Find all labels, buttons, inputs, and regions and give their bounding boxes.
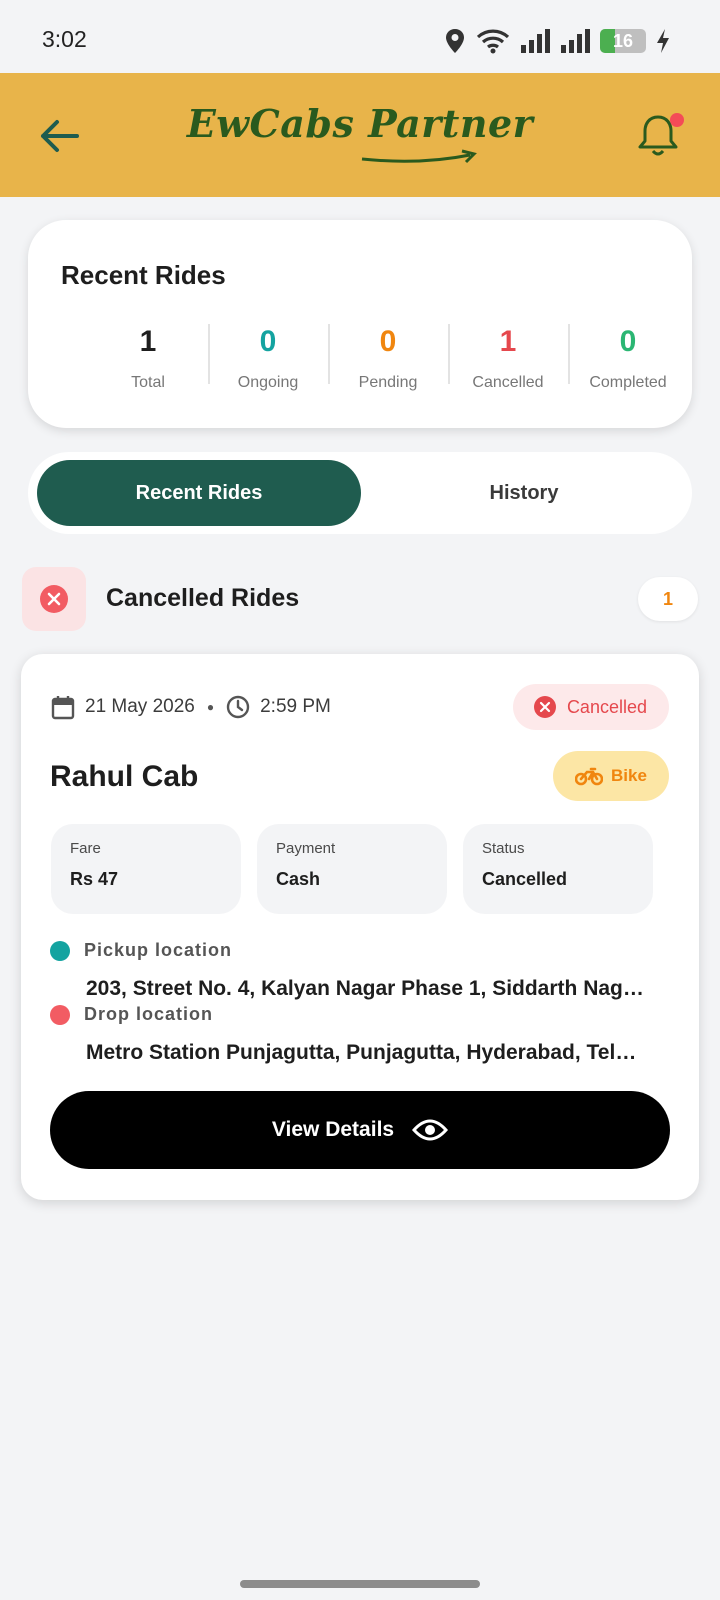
view-details-label: View Details <box>271 1118 395 1141</box>
bike-icon <box>575 767 604 786</box>
stat-value: 0 <box>379 325 397 358</box>
tile-value: Rs 47 <box>70 869 119 889</box>
vehicle-type-label: Bike <box>611 766 647 785</box>
cancelled-section-icon-box <box>22 567 86 631</box>
stat-label: Total <box>131 374 165 391</box>
charging-icon <box>657 29 669 53</box>
stat-cancelled: 1 Cancelled <box>448 324 568 392</box>
view-details-button[interactable]: View Details <box>50 1091 670 1169</box>
notification-button[interactable] <box>636 111 686 163</box>
drop-dot-icon <box>50 1004 70 1025</box>
status-bar: 3:02 16 <box>0 0 720 78</box>
stat-value: 1 <box>139 325 157 358</box>
stats-row: 1 Total 0 Ongoing 0 Pending 1 Cancelled … <box>88 324 688 392</box>
drop-address: Metro Station Punjagutta, Punjagutta, Hy… <box>86 1041 646 1064</box>
payment-tile: Payment Cash <box>257 824 447 914</box>
home-indicator[interactable] <box>240 1580 480 1588</box>
tile-value: Cash <box>276 869 321 889</box>
ride-card[interactable]: 21 May 2026 ● 2:59 PM Cancelled Rahul Ca… <box>21 654 699 1200</box>
stat-label: Pending <box>358 374 418 391</box>
fare-tile: Fare Rs 47 <box>51 824 241 914</box>
stat-value: 0 <box>619 325 637 358</box>
tile-label: Fare <box>70 840 101 857</box>
drop-location: Drop location Metro Station Punjagutta, … <box>50 1004 646 1065</box>
drop-label: Drop location <box>84 1004 213 1024</box>
pickup-label: Pickup location <box>84 940 233 960</box>
status-icons: 16 <box>444 24 670 58</box>
status-badge-label: Cancelled <box>566 696 647 717</box>
status-time: 3:02 <box>42 26 87 52</box>
app-header: EwCabs Partner <box>0 73 720 197</box>
wifi-icon <box>476 29 510 54</box>
ride-info-tiles: Fare Rs 47 Payment Cash Status Cancelled <box>51 824 653 914</box>
section-count-badge: 1 <box>638 577 698 621</box>
vehicle-type-badge: Bike <box>553 751 669 801</box>
close-circle-icon <box>40 585 68 613</box>
status-badge: Cancelled <box>512 684 669 730</box>
tile-label: Status <box>482 840 525 857</box>
section-title: Cancelled Rides <box>106 584 300 612</box>
clock-icon <box>226 695 250 719</box>
recent-rides-summary: Recent Rides 1 Total 0 Ongoing 0 Pending… <box>28 220 692 428</box>
tile-value: Cancelled <box>482 869 568 889</box>
notification-dot <box>670 113 684 127</box>
stat-label: Ongoing <box>237 374 299 391</box>
stat-completed: 0 Completed <box>568 324 688 392</box>
stat-total: 1 Total <box>88 324 208 392</box>
pickup-dot-icon <box>50 940 70 961</box>
ride-datetime: 21 May 2026 ● 2:59 PM <box>51 694 331 720</box>
driver-name: Rahul Cab <box>50 760 199 793</box>
stat-label: Cancelled <box>472 374 544 391</box>
eye-icon <box>412 1119 449 1141</box>
status-tile: Status Cancelled <box>463 824 653 914</box>
tab-history[interactable]: History <box>362 460 686 526</box>
separator-dot: ● <box>206 700 215 714</box>
tile-label: Payment <box>276 840 336 857</box>
calendar-icon <box>51 696 75 720</box>
tab-recent-rides[interactable]: Recent Rides <box>37 460 361 526</box>
stat-pending: 0 Pending <box>328 324 448 392</box>
stat-label: Completed <box>589 374 667 391</box>
battery-icon: 16 <box>600 29 646 53</box>
signal-icon <box>521 29 550 53</box>
stat-value: 0 <box>259 325 277 358</box>
brand-logo: EwCabs Partner <box>186 101 534 146</box>
close-circle-icon <box>533 696 556 718</box>
pickup-address: 203, Street No. 4, Kalyan Nagar Phase 1,… <box>86 977 646 1000</box>
signal-icon <box>561 29 590 53</box>
ride-date: 21 May 2026 <box>85 696 195 717</box>
stat-value: 1 <box>499 325 517 358</box>
pickup-location: Pickup location 203, Street No. 4, Kalya… <box>50 940 646 1001</box>
brand-swoosh-icon <box>361 149 477 164</box>
summary-title: Recent Rides <box>61 260 226 290</box>
ride-tabs: Recent Rides History <box>28 452 692 534</box>
battery-level: 16 <box>612 30 634 51</box>
ride-time: 2:59 PM <box>260 696 331 717</box>
stat-ongoing: 0 Ongoing <box>208 324 328 392</box>
location-pin-icon <box>446 29 464 53</box>
